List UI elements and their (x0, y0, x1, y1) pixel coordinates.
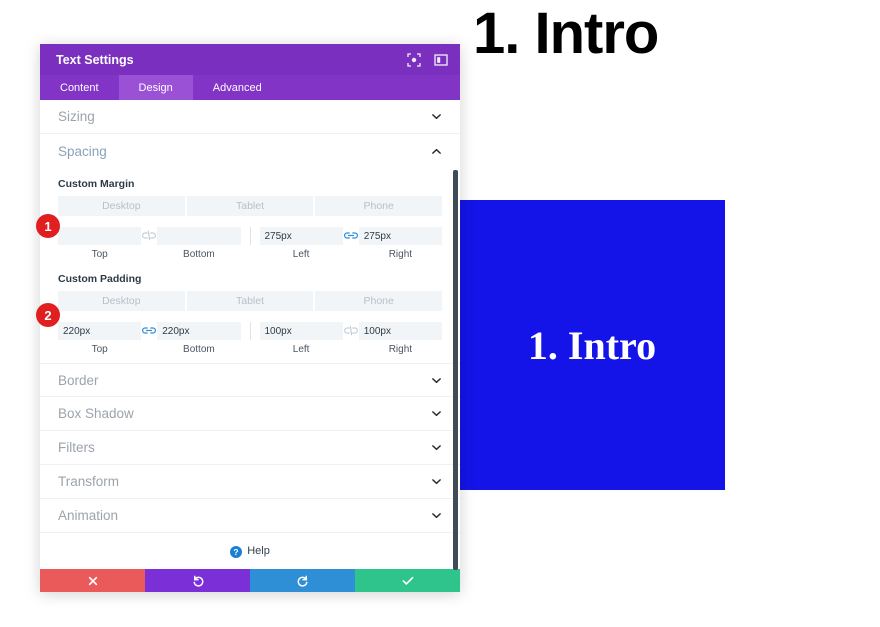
expand-icon[interactable] (407, 52, 421, 67)
checkmark-icon (402, 576, 414, 586)
undo-icon (192, 575, 204, 587)
modal-title: Text Settings (56, 52, 134, 67)
annotation-badge-1: 1 (36, 214, 60, 238)
custom-margin-right-field: Right (358, 227, 442, 260)
custom-padding-bottom-input[interactable] (157, 322, 241, 340)
custom-margin-left-input[interactable] (259, 227, 343, 245)
modal-header-icons (407, 52, 448, 67)
text-settings-modal: Text Settings Content Design Advanced Si… (40, 44, 460, 592)
custom-margin-label: Custom Margin (58, 178, 135, 190)
custom-margin-top-field: Top (58, 227, 142, 260)
text-module-preview[interactable]: 1. Intro (459, 200, 725, 490)
section-sizing-label: Sizing (58, 109, 95, 124)
modal-scrollbar[interactable] (453, 170, 458, 570)
section-spacing: Spacing Custom Margin Desktop Tablet Pho… (40, 134, 460, 363)
custom-padding-vertical-group: Top Bottom (58, 322, 241, 355)
chevron-down-icon (431, 510, 442, 521)
tab-content[interactable]: Content (40, 75, 119, 100)
page-top-heading: 1. Intro (473, 1, 659, 66)
custom-margin-bottom-field: Bottom (157, 227, 241, 260)
custom-margin-top-input[interactable] (58, 227, 142, 245)
section-animation-label: Animation (58, 508, 119, 523)
custom-margin-right-input[interactable] (358, 227, 442, 245)
custom-padding-top-input[interactable] (58, 322, 142, 340)
custom-padding-left-field: Left (259, 322, 343, 355)
device-tab-desktop-margin[interactable]: Desktop (58, 196, 185, 216)
custom-margin-row: Top Bottom 275px Left 275px Right (58, 227, 442, 260)
tab-design[interactable]: Design (118, 75, 193, 100)
device-tab-phone-margin[interactable]: Phone (315, 196, 443, 216)
device-tab-phone-padding[interactable]: Phone (315, 291, 443, 311)
modal-footer (40, 569, 460, 592)
link-broken-icon-margin-vertical[interactable] (141, 227, 157, 241)
section-spacing-label: Spacing (58, 143, 107, 159)
custom-margin-left-field: Left (259, 227, 343, 260)
undo-button[interactable] (145, 569, 250, 592)
text-module-heading: 1. Intro (527, 322, 657, 368)
custom-margin-horizontal-group: Left Right (259, 227, 442, 260)
custom-padding-top-field: Top (58, 322, 142, 355)
redo-icon (297, 575, 309, 587)
chevron-up-icon (431, 146, 442, 157)
link-connected-icon-margin-horizontal[interactable] (343, 227, 359, 241)
link-broken-icon-padding-horizontal[interactable] (343, 322, 359, 336)
custom-padding-left-input[interactable] (259, 322, 343, 340)
help-row[interactable]: ? Help (40, 533, 460, 569)
section-filters[interactable]: Filters (40, 431, 460, 465)
custom-padding-device-tabs: Desktop Tablet Phone (58, 291, 443, 311)
device-tab-tablet-padding[interactable]: Tablet (186, 291, 314, 311)
custom-padding-horizontal-group: Left Right (259, 322, 442, 355)
device-tab-desktop-padding[interactable]: Desktop (58, 291, 185, 311)
help-icon: ? (230, 545, 243, 558)
layout-toggle-icon[interactable] (434, 53, 448, 67)
tab-advanced[interactable]: Advanced (193, 75, 282, 100)
custom-padding-divider (249, 322, 251, 340)
chevron-down-icon (431, 375, 442, 386)
section-border[interactable]: Border (40, 363, 460, 397)
custom-margin-bottom-input[interactable] (157, 227, 241, 245)
section-border-label: Border (58, 372, 99, 388)
section-sizing[interactable]: Sizing (40, 100, 460, 134)
section-filters-label: Filters (58, 440, 95, 455)
redo-button[interactable] (250, 569, 355, 592)
modal-body: Sizing Spacing Custom Margin Desktop Tab… (40, 100, 460, 569)
custom-padding-top-caption: Top (91, 344, 108, 355)
custom-margin-vertical-group: Top Bottom (58, 227, 241, 260)
help-label: Help (247, 545, 270, 557)
spacing-section-body: Custom Margin Desktop Tablet Phone Top B… (40, 168, 460, 363)
custom-margin-right-caption: Right (388, 249, 413, 260)
section-animation[interactable]: Animation (40, 499, 460, 533)
annotation-badge-2: 2 (36, 303, 60, 327)
section-spacing-header[interactable]: Spacing (40, 134, 460, 168)
section-transform-label: Transform (58, 474, 120, 489)
custom-margin-bottom-caption: Bottom (183, 249, 215, 260)
custom-padding-bottom-field: Bottom (157, 322, 241, 355)
custom-padding-left-caption: Left (292, 344, 310, 355)
modal-tabs: Content Design Advanced (40, 75, 460, 100)
custom-padding-right-input[interactable] (358, 322, 442, 340)
chevron-down-icon (431, 442, 442, 453)
custom-padding-row: Top Bottom (58, 322, 442, 355)
chevron-down-icon (431, 476, 442, 487)
chevron-down-icon (431, 111, 442, 122)
custom-margin-divider (249, 227, 251, 245)
custom-padding-right-caption: Right (388, 344, 413, 355)
section-box-shadow-label: Box Shadow (58, 406, 134, 421)
section-box-shadow[interactable]: Box Shadow (40, 397, 460, 431)
custom-padding-right-field: Right (358, 322, 442, 355)
custom-padding-label: Custom Padding (58, 273, 142, 285)
save-button[interactable] (355, 569, 460, 592)
custom-margin-device-tabs: Desktop Tablet Phone (58, 196, 443, 216)
chevron-down-icon (431, 408, 442, 419)
device-tab-tablet-margin[interactable]: Tablet (186, 196, 314, 216)
modal-header: Text Settings (40, 44, 460, 75)
section-transform[interactable]: Transform (40, 465, 460, 499)
svg-text:?: ? (234, 547, 239, 557)
custom-margin-top-caption: Top (91, 249, 108, 260)
custom-padding-bottom-caption: Bottom (183, 344, 215, 355)
cancel-button[interactable] (40, 569, 145, 592)
link-connected-icon-padding-vertical[interactable] (141, 322, 157, 336)
close-icon (88, 576, 98, 586)
custom-margin-left-caption: Left (292, 249, 310, 260)
